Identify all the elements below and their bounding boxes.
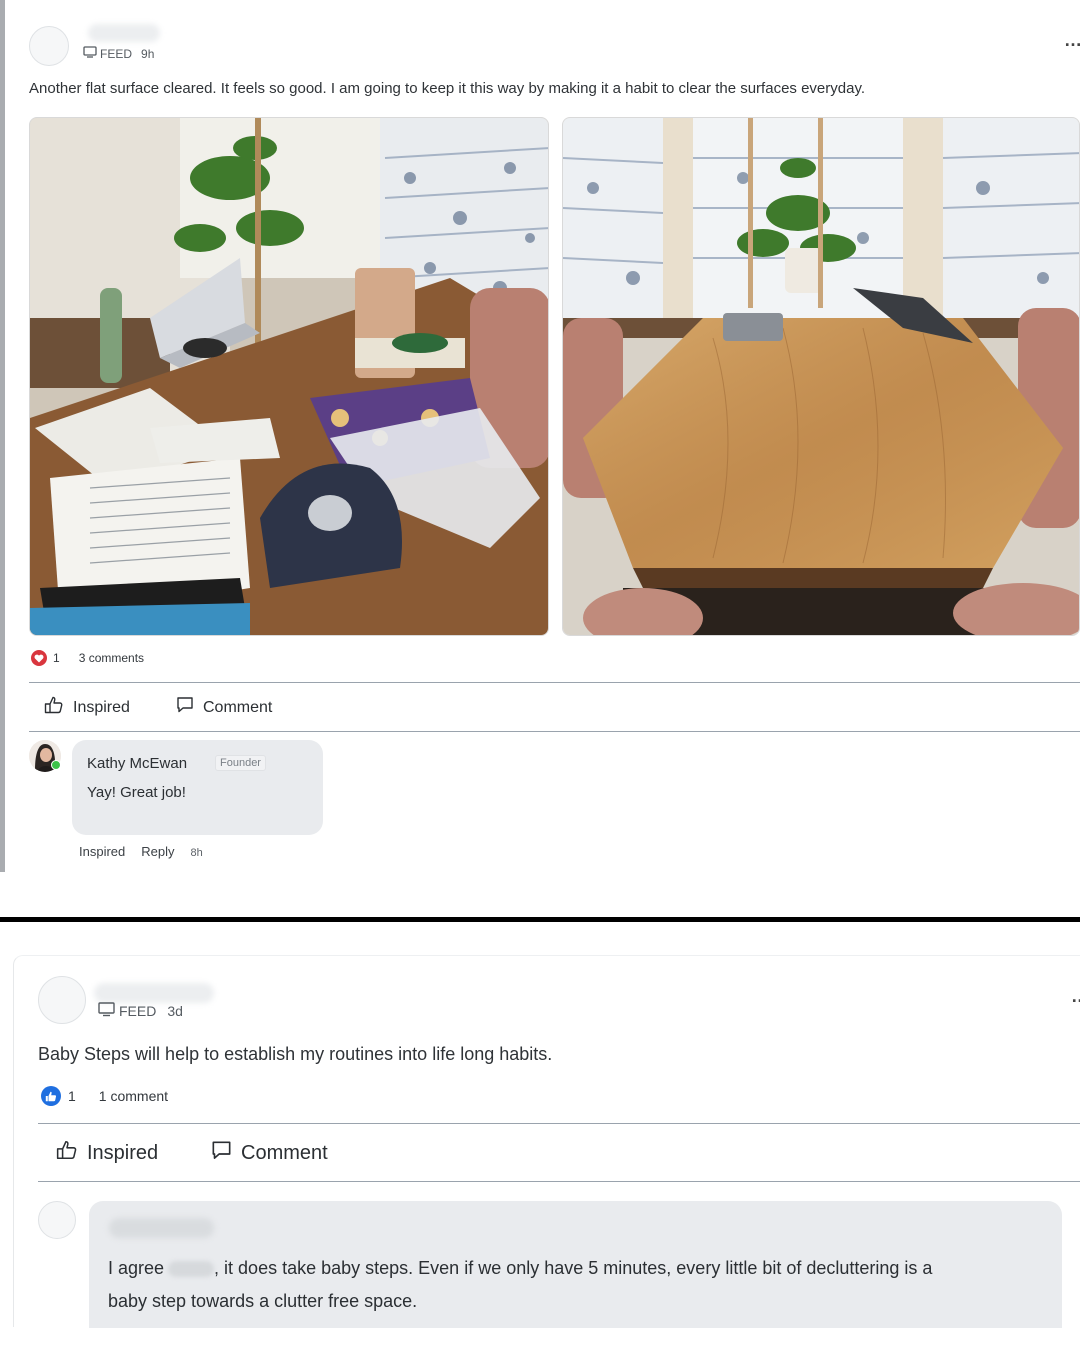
post-photo-after[interactable]: [562, 117, 1080, 636]
post-age: 3d: [167, 1003, 183, 1019]
online-status-dot: [51, 760, 61, 770]
inspired-label: Inspired: [73, 698, 130, 716]
like-reaction-icon[interactable]: [41, 1086, 61, 1106]
comment-text-rest: , it does take baby steps. Even if we on…: [214, 1258, 933, 1278]
monitor-icon: [98, 1002, 115, 1020]
heart-reaction-icon[interactable]: [31, 650, 47, 666]
monitor-icon: [83, 46, 97, 61]
feed-label: FEED: [100, 46, 133, 61]
post-body: Another flat surface cleared. It feels s…: [29, 80, 865, 97]
feed-tag: FEED 3d: [98, 1002, 183, 1020]
comment-label: Comment: [203, 698, 273, 716]
post-age: 9h: [141, 46, 155, 61]
reaction-count[interactable]: 1: [53, 651, 60, 665]
divider: [38, 1123, 1080, 1124]
commenter-name-redacted[interactable]: [109, 1218, 214, 1238]
feed-post-1: FEED 9h … Another flat surface cleared. …: [0, 0, 1080, 872]
comment-text: Yay! Great job!: [87, 784, 186, 801]
thumbs-up-icon: [44, 696, 73, 719]
author-name-redacted[interactable]: [88, 24, 160, 42]
window-edge: [0, 0, 5, 872]
comment-button[interactable]: Comment: [176, 696, 272, 719]
screenshot-separator: [0, 917, 1080, 922]
comment-button[interactable]: Comment: [211, 1140, 328, 1167]
inspired-button[interactable]: Inspired: [44, 696, 130, 719]
author-avatar[interactable]: [29, 26, 69, 66]
post-photo-before[interactable]: [29, 117, 549, 636]
more-options-icon[interactable]: …: [1064, 30, 1080, 51]
mention-redacted[interactable]: [168, 1261, 215, 1278]
divider: [29, 731, 1080, 732]
comments-count[interactable]: 3 comments: [79, 651, 144, 665]
commenter-avatar[interactable]: [38, 1201, 76, 1239]
author-name-redacted[interactable]: [94, 983, 214, 1003]
post-body: Baby Steps will help to establish my rou…: [38, 1044, 553, 1064]
reaction-stats: 1 1 comment: [41, 1086, 168, 1106]
comment-label: Comment: [241, 1142, 328, 1164]
reaction-count[interactable]: 1: [68, 1088, 76, 1104]
comment-text-line2: baby step towards a clutter free space.: [108, 1291, 418, 1311]
more-options-icon[interactable]: …: [1071, 986, 1080, 1007]
comments-count[interactable]: 1 comment: [99, 1088, 168, 1104]
comment-bubble-icon: [211, 1140, 241, 1167]
divider: [29, 682, 1080, 683]
reaction-stats: 1 3 comments: [31, 650, 144, 666]
feed-post-2: FEED 3d … Baby Steps will help to establ…: [13, 955, 1080, 1328]
comment-text: I agree , it does take baby steps. Even i…: [108, 1252, 1058, 1318]
comment-author[interactable]: Kathy McEwan: [87, 755, 187, 772]
feed-tag: FEED 9h: [83, 46, 154, 61]
author-avatar[interactable]: [38, 976, 86, 1024]
founder-badge: Founder: [215, 755, 266, 771]
divider: [38, 1181, 1080, 1182]
comment-inspired-link[interactable]: Inspired: [79, 844, 125, 859]
inspired-label: Inspired: [87, 1141, 159, 1164]
comment-age: 8h: [190, 847, 203, 859]
comment-bubble-icon: [176, 696, 203, 719]
comment-text-start: I agree: [108, 1258, 165, 1278]
inspired-button[interactable]: Inspired: [56, 1140, 158, 1166]
thumbs-up-icon: [56, 1140, 87, 1166]
comment-actions: Inspired Reply 8h: [79, 844, 203, 859]
comment-reply-link[interactable]: Reply: [141, 844, 174, 859]
feed-label: FEED: [119, 1003, 157, 1019]
